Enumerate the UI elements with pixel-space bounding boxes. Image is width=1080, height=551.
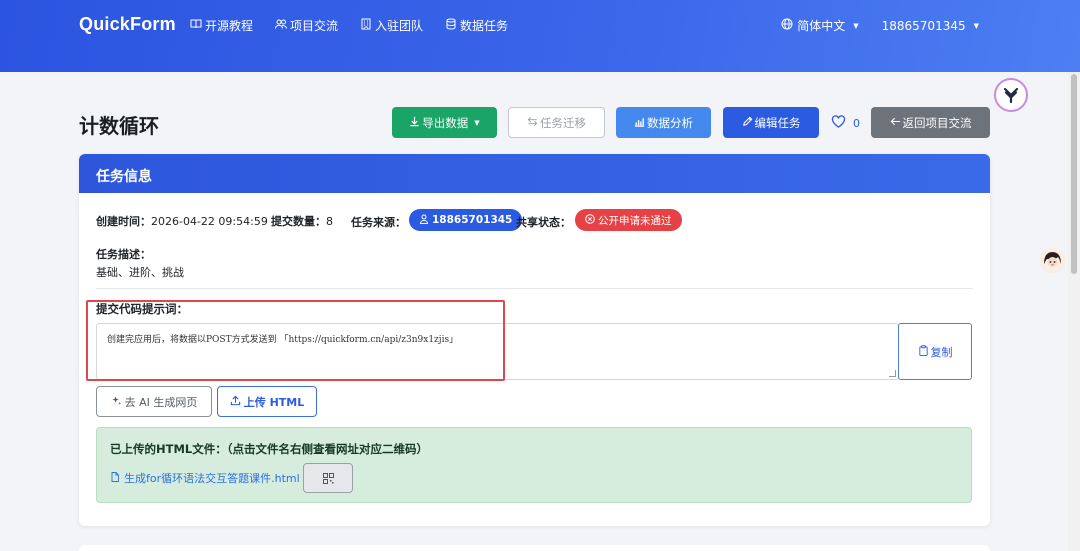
like-button[interactable]: 0 xyxy=(831,114,860,132)
uploaded-title: 已上传的HTML文件：（点击文件名右侧查看网址对应二维码） xyxy=(110,442,428,456)
top-navbar: QuickForm 开源教程 项目交流 入驻团队 数据任务 简体中文 ▼ 188… xyxy=(0,0,1080,72)
download-icon xyxy=(409,116,420,130)
building-icon xyxy=(360,18,372,33)
edit-label: 编辑任务 xyxy=(754,115,801,130)
nav-link-data-tasks[interactable]: 数据任务 xyxy=(445,17,508,34)
user-icon xyxy=(419,214,429,227)
card-header: 任务信息 xyxy=(79,154,990,193)
ai-generate-label: 去 AI 生成网页 xyxy=(124,395,198,409)
sparkle-icon xyxy=(111,395,122,409)
caret-down-icon: ▼ xyxy=(474,118,480,127)
nav-link-label: 开源教程 xyxy=(205,19,254,33)
share-label: 共享状态： xyxy=(516,214,571,230)
database-icon xyxy=(445,18,457,33)
assistant-logo-icon[interactable] xyxy=(994,78,1028,112)
created-label: 创建时间： xyxy=(96,215,151,228)
ai-generate-button[interactable]: 去 AI 生成网页 xyxy=(96,386,212,417)
upload-label: 上传 HTML xyxy=(243,395,305,409)
bar-chart-icon xyxy=(634,116,645,130)
desc-value: 基础、进阶、挑战 xyxy=(96,266,184,279)
nav-links: 开源教程 项目交流 入驻团队 数据任务 xyxy=(190,17,508,34)
export-data-button[interactable]: 导出数据 ▼ xyxy=(392,107,497,138)
created-time: 创建时间：2026-04-22 09:54:59 xyxy=(96,213,268,229)
copy-button[interactable]: 复制 xyxy=(898,323,972,380)
resize-handle[interactable] xyxy=(889,370,896,377)
users-icon xyxy=(275,18,288,33)
share-label-text: 共享状态： xyxy=(516,216,571,229)
data-analysis-button[interactable]: 数据分析 xyxy=(616,107,711,138)
caret-down-icon: ▼ xyxy=(973,21,979,30)
desc-label: 任务描述： xyxy=(96,246,151,262)
nav-link-label: 入驻团队 xyxy=(375,19,424,33)
next-card-edge xyxy=(79,545,990,551)
nav-link-label: 数据任务 xyxy=(460,19,509,33)
qr-code-button[interactable] xyxy=(303,463,353,493)
user-dropdown[interactable]: 18865701345 ▼ xyxy=(882,17,979,34)
nav-link-teams[interactable]: 入驻团队 xyxy=(360,17,423,34)
source-label: 任务来源： xyxy=(351,214,406,230)
qr-code-icon xyxy=(322,469,334,488)
language-dropdown[interactable]: 简体中文 ▼ xyxy=(781,17,859,34)
support-avatar[interactable] xyxy=(1040,248,1065,273)
source-badge[interactable]: 18865701345 xyxy=(409,209,523,231)
brand-logo[interactable]: QuickForm xyxy=(79,14,176,35)
export-label: 导出数据 xyxy=(422,115,469,130)
caret-down-icon: ▼ xyxy=(853,21,859,30)
created-value: 2026-04-22 09:54:59 xyxy=(151,215,268,228)
submit-count: 提交数量：8 xyxy=(271,213,333,229)
migrate-task-button[interactable]: 任务迁移 xyxy=(508,107,605,138)
uploaded-file-name: 生成for循环语法交互答题课件.html xyxy=(124,472,300,485)
book-icon xyxy=(190,18,202,33)
arrow-left-icon xyxy=(890,116,901,130)
migrate-label: 任务迁移 xyxy=(540,115,586,130)
heart-icon xyxy=(831,114,846,132)
share-value: 公开申请未通过 xyxy=(598,214,672,227)
file-icon xyxy=(110,471,120,485)
x-circle-icon xyxy=(585,213,595,227)
nav-link-tutorials[interactable]: 开源教程 xyxy=(190,17,253,34)
back-to-projects-button[interactable]: 返回项目交流 xyxy=(871,107,990,138)
upload-icon xyxy=(230,395,241,409)
scrollbar-thumb[interactable] xyxy=(1071,74,1077,274)
share-status-badge: 公开申请未通过 xyxy=(575,209,682,231)
upload-html-button[interactable]: 上传 HTML xyxy=(217,386,317,417)
count-label: 提交数量： xyxy=(271,215,326,228)
count-value: 8 xyxy=(326,215,333,228)
uploaded-files-panel: 已上传的HTML文件：（点击文件名右侧查看网址对应二维码） 生成for循环语法交… xyxy=(96,427,972,503)
back-label: 返回项目交流 xyxy=(902,115,972,130)
highlight-box xyxy=(86,300,505,381)
uploaded-file-link[interactable]: 生成for循环语法交互答题课件.html xyxy=(110,470,300,486)
source-value: 18865701345 xyxy=(432,214,513,226)
divider xyxy=(96,288,973,289)
pencil-icon xyxy=(742,116,753,130)
edit-task-button[interactable]: 编辑任务 xyxy=(723,107,819,138)
nav-link-projects[interactable]: 项目交流 xyxy=(275,17,338,34)
task-info-card: 任务信息 创建时间：2026-04-22 09:54:59 提交数量：8 任务来… xyxy=(79,154,990,526)
migrate-arrows-icon xyxy=(527,116,538,130)
language-label: 简体中文 xyxy=(797,19,846,33)
card-title: 任务信息 xyxy=(96,169,152,185)
user-name: 18865701345 xyxy=(881,18,966,33)
page-title: 计数循环 xyxy=(79,114,159,138)
analysis-label: 数据分析 xyxy=(647,115,693,130)
nav-right: 简体中文 ▼ 18865701345 ▼ xyxy=(781,17,979,34)
copy-label: 复制 xyxy=(930,345,953,359)
source-label-text: 任务来源： xyxy=(351,216,406,229)
page-scrollbar[interactable] xyxy=(1068,72,1080,551)
globe-icon xyxy=(781,18,793,33)
like-count: 0 xyxy=(853,116,860,130)
desc-label-text: 任务描述： xyxy=(96,248,151,261)
clipboard-icon xyxy=(918,344,929,359)
nav-link-label: 项目交流 xyxy=(290,19,339,33)
